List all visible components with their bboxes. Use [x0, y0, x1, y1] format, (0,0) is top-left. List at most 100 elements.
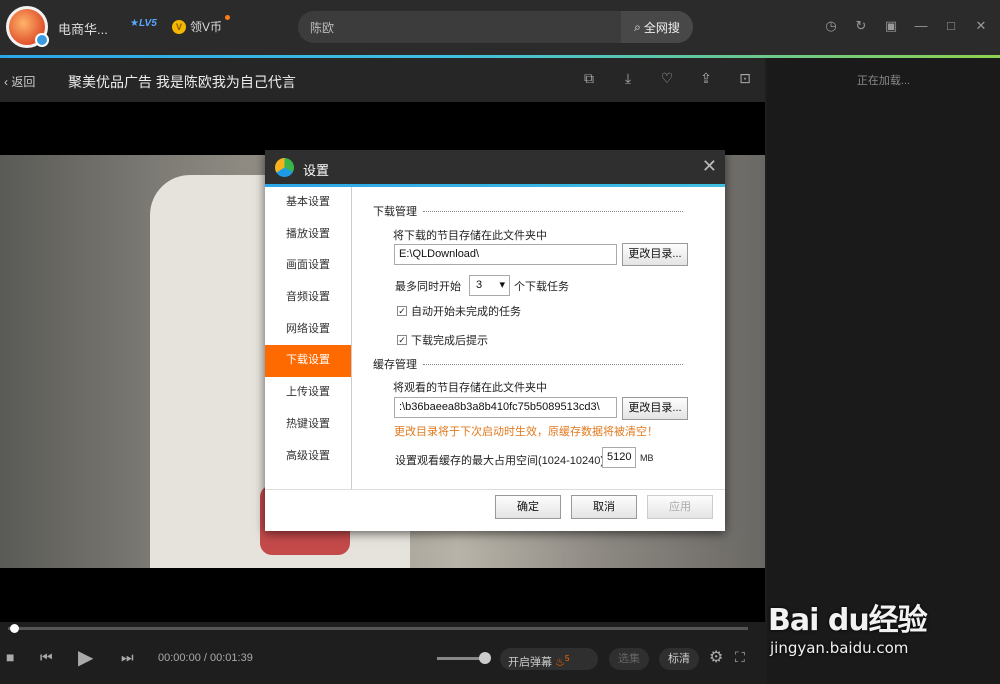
danmaku-toggle[interactable]: 开启弹幕 ♨5: [500, 648, 598, 670]
episodes-button[interactable]: 选集: [609, 648, 649, 670]
video-title: 聚美优品广告 我是陈欧我为自己代言: [68, 74, 296, 90]
download-icon[interactable]: ⤓: [618, 70, 638, 87]
close-icon[interactable]: ✕: [972, 18, 990, 34]
user-avatar[interactable]: [6, 6, 49, 48]
lock-icon: [35, 33, 49, 47]
nav-item-network[interactable]: 网络设置: [265, 314, 351, 346]
time-total: 00:01:39: [210, 652, 253, 664]
level-badge-text: LV5: [138, 18, 157, 29]
search-all-label: 全网搜: [643, 20, 680, 35]
nav-item-download[interactable]: 下载设置: [265, 345, 351, 378]
danmaku-label: 开启弹幕: [508, 656, 552, 669]
fullscreen-icon[interactable]: ⛶: [735, 649, 745, 666]
time-current: 00:00:00: [158, 652, 201, 664]
volume-handle[interactable]: [479, 652, 491, 664]
cache-section-header: 缓存管理: [373, 356, 683, 372]
search-input[interactable]: [310, 17, 610, 37]
cast-icon[interactable]: ⊡: [735, 70, 755, 87]
settings-nav: 基本设置 播放设置 画面设置 音频设置 网络设置 下载设置 上传设置 热键设置 …: [265, 187, 352, 489]
stop-icon[interactable]: ■: [6, 649, 14, 665]
username[interactable]: 电商华...: [58, 19, 108, 38]
dialog-close-icon[interactable]: ✕: [702, 156, 717, 177]
cache-space-input[interactable]: 5120: [602, 447, 636, 468]
notify-done-checkbox[interactable]: ✓ 下载完成后提示: [397, 332, 488, 348]
watermark-brand: Bai du经验: [768, 603, 928, 638]
maximize-icon[interactable]: □: [942, 18, 960, 34]
max-tasks-prefix: 最多同时开始: [395, 281, 461, 293]
dialog-header[interactable]: 设置 ✕: [265, 150, 725, 184]
check-icon: ✓: [397, 306, 407, 316]
nav-item-picture[interactable]: 画面设置: [265, 250, 351, 282]
nav-item-upload[interactable]: 上传设置: [265, 377, 351, 409]
level-badge-icon[interactable]: ★LV5: [130, 18, 160, 36]
favorite-icon[interactable]: ♡: [657, 70, 677, 87]
cache-space-label: 设置观看缓存的最大占用空间(1024-10240): [395, 455, 605, 467]
section-divider: [423, 363, 683, 365]
dialog-footer: 确定 取消 应用: [265, 489, 725, 531]
nav-item-audio[interactable]: 音频设置: [265, 282, 351, 314]
notification-dot-icon: [225, 15, 231, 20]
progress-handle[interactable]: [10, 624, 19, 633]
progress-bar[interactable]: [0, 622, 765, 636]
download-section-header: 下载管理: [373, 203, 683, 219]
settings-dialog: 设置 ✕ 基本设置 播放设置 画面设置 音频设置 网络设置 下载设置 上传设置 …: [265, 150, 725, 531]
progress-track[interactable]: [8, 627, 748, 630]
download-folder-input[interactable]: E:\QLDownload\: [394, 244, 617, 265]
loading-text: 正在加载...: [856, 75, 911, 87]
max-tasks-value: 3: [476, 279, 483, 291]
settings-content: 下载管理 将下载的节目存储在此文件夹中 E:\QLDownload\ 更改目录.…: [353, 187, 725, 489]
danmaku-count: 5: [564, 654, 570, 663]
download-change-dir-button[interactable]: 更改目录...: [622, 243, 688, 266]
mini-mode-icon[interactable]: ▣: [882, 18, 900, 34]
search-all-button[interactable]: ⌕ 全网搜: [621, 11, 693, 43]
app-logo-icon: [275, 158, 294, 177]
refresh-icon[interactable]: ↻: [852, 18, 870, 34]
max-tasks-suffix: 个下载任务: [514, 281, 569, 293]
search-icon: ⌕: [634, 19, 641, 34]
next-icon[interactable]: ⏭: [121, 649, 134, 666]
auto-start-checkbox[interactable]: ✓ 自动开始未完成的任务: [397, 303, 521, 319]
apply-button[interactable]: 应用: [647, 495, 713, 519]
top-bar: 电商华... ★LV5 V 领V币 ⌕全网搜 ◷ ↻ ▣ — □ ✕: [0, 0, 1000, 57]
nav-item-advanced[interactable]: 高级设置: [265, 441, 351, 473]
vcoin-icon: V: [172, 19, 186, 34]
watermark-url: jingyan.baidu.com: [770, 639, 909, 657]
settings-gear-icon[interactable]: ⚙: [709, 647, 723, 667]
time-display: 00:00:00 / 00:01:39: [158, 652, 253, 664]
back-button[interactable]: ‹ 返回: [4, 73, 35, 90]
minimize-icon[interactable]: —: [912, 18, 930, 34]
cache-folder-input[interactable]: :\b36baeea8b3a8b410fc75b5089513cd3\: [394, 397, 617, 418]
cache-section-title: 缓存管理: [373, 359, 417, 371]
previous-icon[interactable]: ⏮: [40, 649, 53, 666]
cache-space-unit: MB: [640, 453, 654, 463]
ok-button[interactable]: 确定: [495, 495, 561, 519]
cache-folder-label: 将观看的节目存储在此文件夹中: [393, 382, 547, 394]
dialog-title: 设置: [303, 163, 330, 178]
right-panel: 正在加载...: [767, 58, 1000, 684]
nav-item-basic[interactable]: 基本设置: [265, 187, 351, 219]
quality-button[interactable]: 标清: [659, 648, 699, 670]
history-icon[interactable]: ◷: [822, 18, 840, 34]
cache-warning: 更改目录将于下次启动时生效，原缓存数据将被清空！: [394, 426, 658, 438]
window-controls: ◷ ↻ ▣ — □ ✕: [822, 18, 990, 34]
download-folder-label: 将下载的节目存储在此文件夹中: [393, 230, 547, 242]
share-icon[interactable]: ⇪: [696, 70, 716, 87]
cache-change-dir-button[interactable]: 更改目录...: [622, 397, 688, 420]
nav-item-playback[interactable]: 播放设置: [265, 219, 351, 251]
cancel-button[interactable]: 取消: [571, 495, 637, 519]
max-tasks-select[interactable]: 3 ▾: [469, 275, 510, 296]
notify-done-label: 下载完成后提示: [411, 335, 488, 347]
check-icon: ✓: [397, 335, 407, 345]
fire-icon: ♨: [555, 656, 565, 669]
download-section-title: 下载管理: [373, 206, 417, 218]
play-icon[interactable]: ▶: [78, 645, 93, 670]
control-bar: ■ ⏮ ▶ ⏭ 00:00:00 / 00:01:39 开启弹幕 ♨5 选集 标…: [0, 636, 765, 684]
nav-item-hotkeys[interactable]: 热键设置: [265, 409, 351, 441]
screenshot-icon[interactable]: ⧉: [579, 70, 599, 87]
video-actions: ⧉ ⤓ ♡ ⇪ ⊡: [579, 70, 755, 87]
time-separator: /: [203, 652, 207, 664]
volume-slider[interactable]: [437, 652, 491, 664]
vcoin-label: 领V币: [190, 20, 223, 34]
vcoin-link[interactable]: V 领V币: [172, 15, 231, 35]
section-divider: [423, 210, 683, 212]
